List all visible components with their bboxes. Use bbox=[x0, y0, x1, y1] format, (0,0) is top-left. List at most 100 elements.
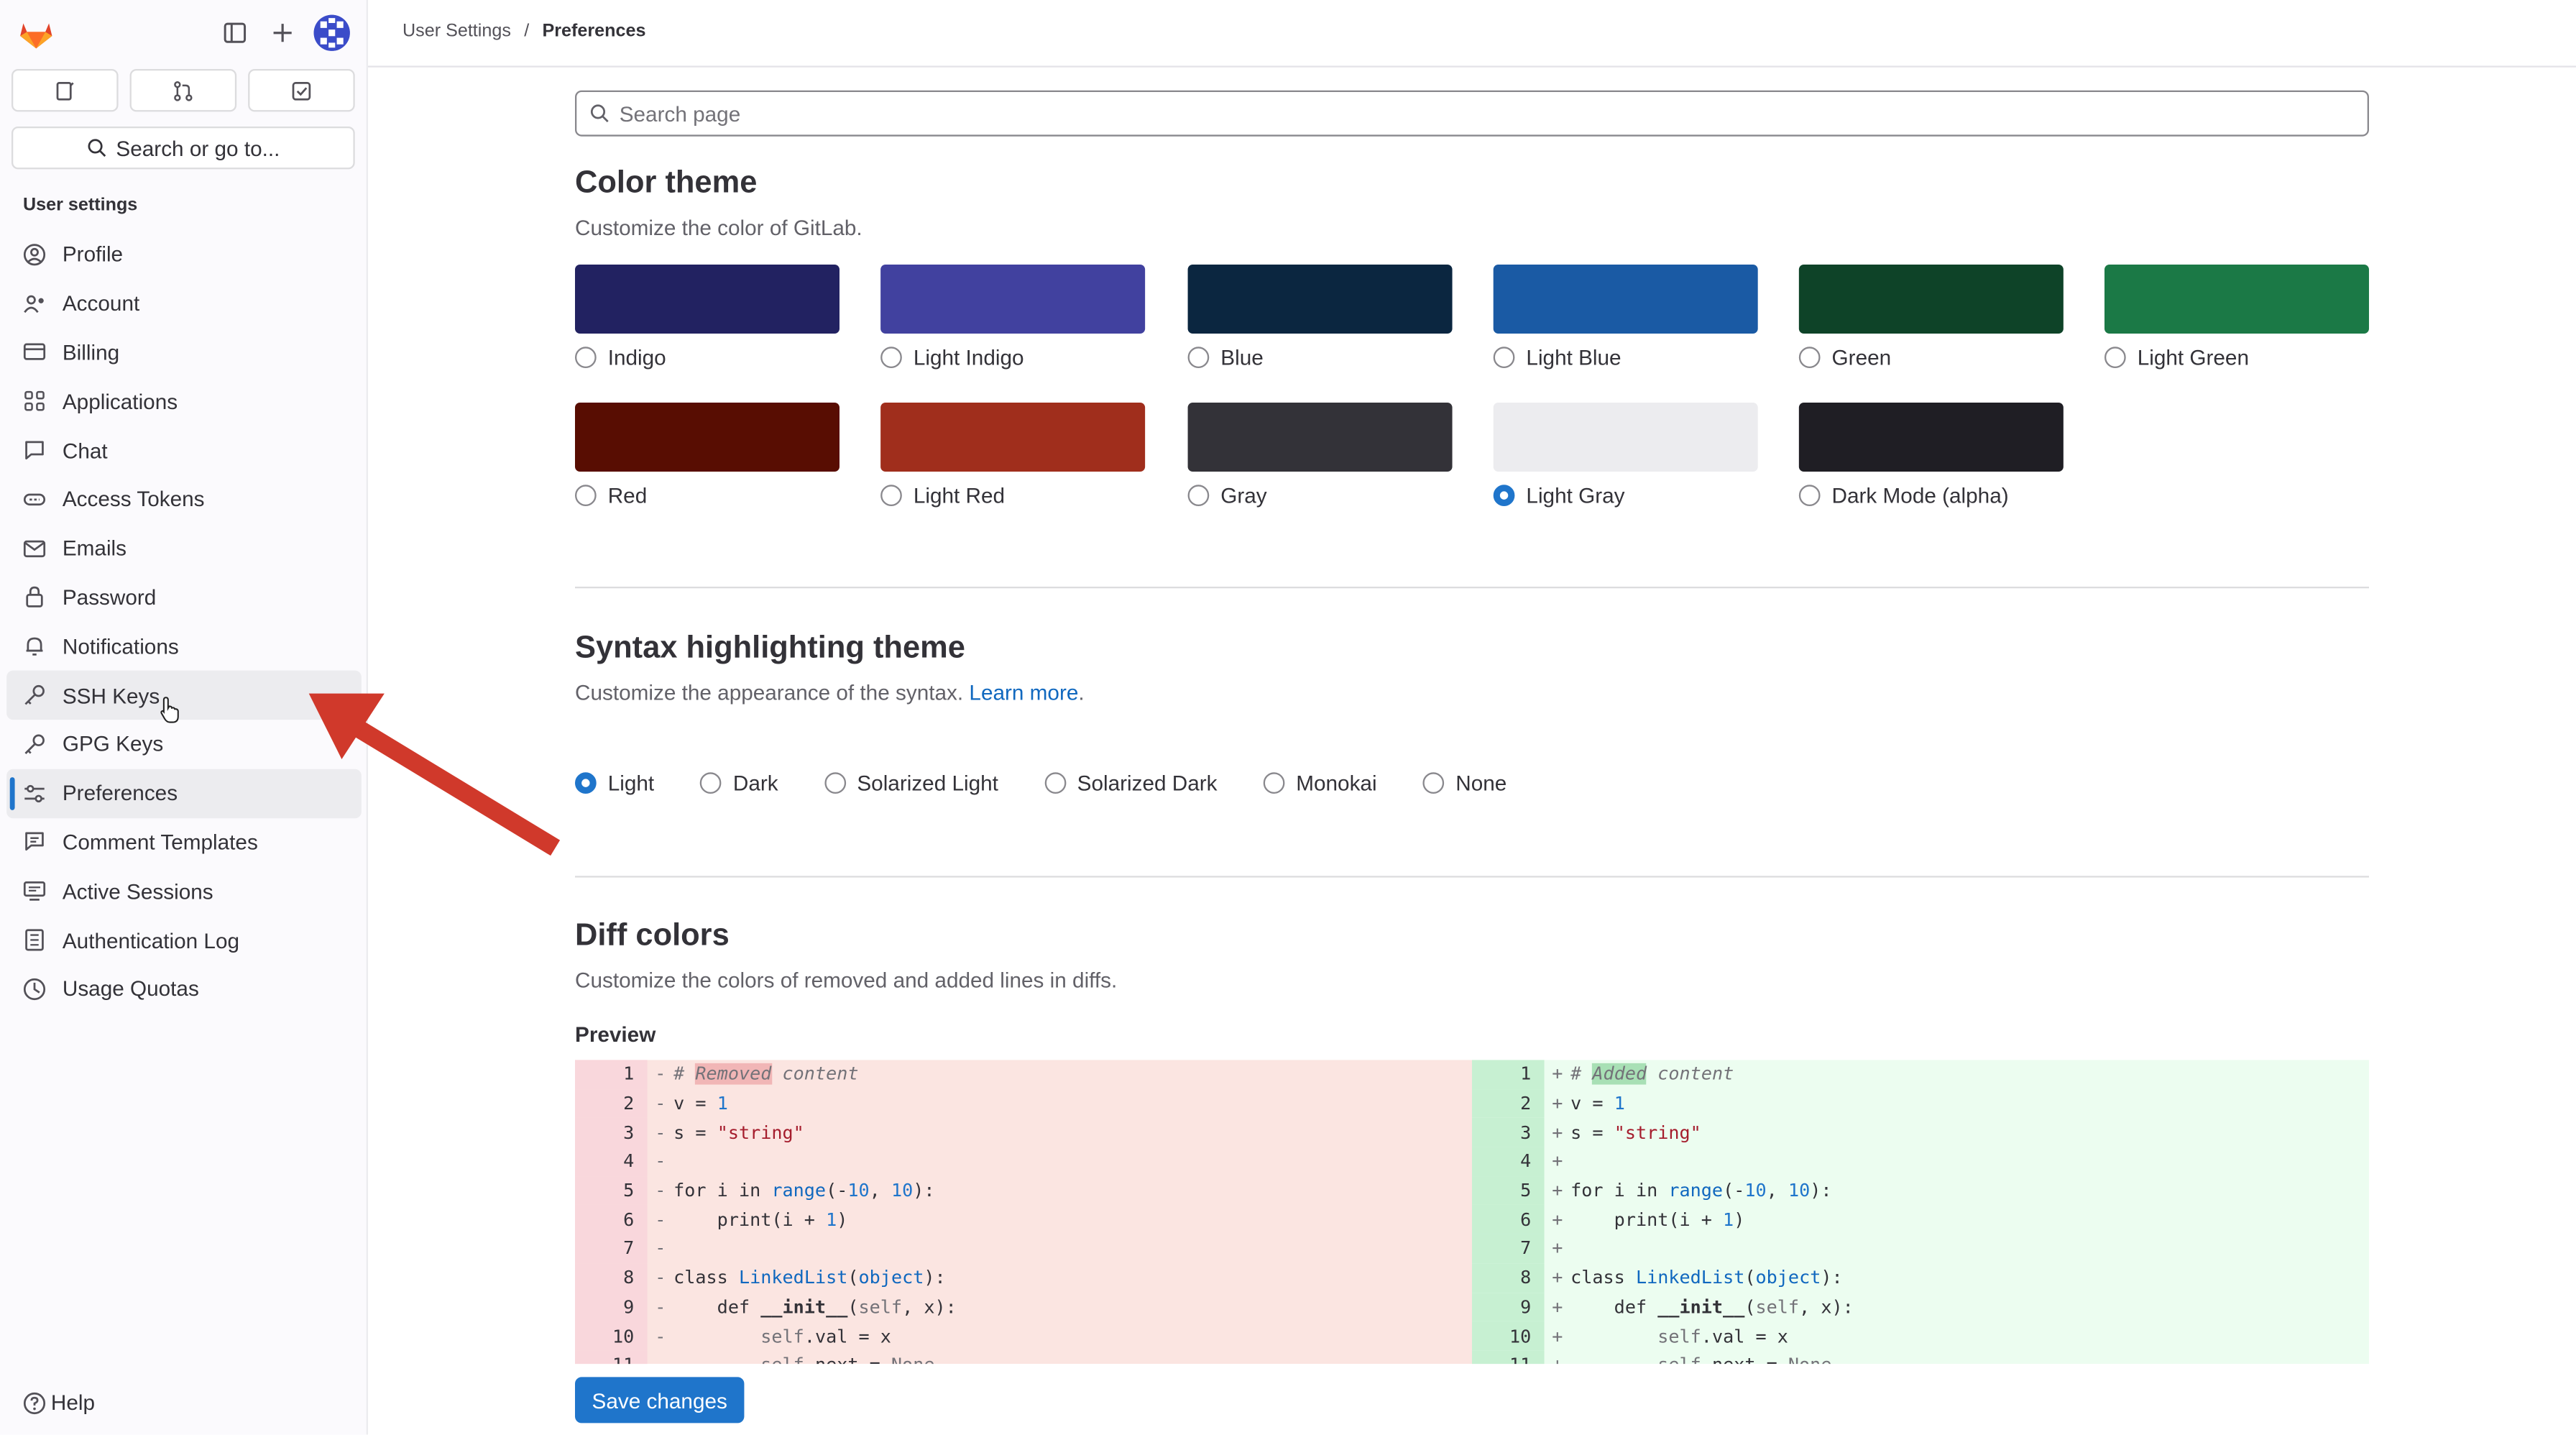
sidebar-item-billing[interactable]: Billing bbox=[6, 328, 362, 377]
theme-radio[interactable] bbox=[1187, 347, 1210, 368]
section-divider bbox=[574, 586, 2369, 589]
syntax-option-light[interactable]: Light bbox=[574, 770, 655, 796]
issues-tab[interactable] bbox=[11, 68, 119, 112]
sidebar-item-access-tokens[interactable]: Access Tokens bbox=[6, 475, 362, 524]
removed-word: Removed bbox=[695, 1063, 772, 1086]
sidebar-item-preferences[interactable]: Preferences bbox=[6, 769, 362, 818]
theme-swatch[interactable] bbox=[1187, 264, 1453, 334]
theme-swatch[interactable] bbox=[2104, 264, 2369, 334]
theme-label: Blue bbox=[1220, 344, 1264, 370]
save-changes-button[interactable]: Save changes bbox=[574, 1377, 745, 1423]
diff-preview: 1- # Removed content 2-v = 1 3-s = "strin… bbox=[574, 1060, 2369, 1365]
sidebar-item-account[interactable]: Account bbox=[6, 279, 362, 328]
theme-option-dark-mode[interactable]: Dark Mode (alpha) bbox=[1798, 402, 2064, 508]
theme-radio[interactable] bbox=[1187, 485, 1210, 506]
theme-swatch[interactable] bbox=[1798, 402, 2064, 472]
theme-radio[interactable] bbox=[1798, 347, 1821, 368]
syntax-radio[interactable] bbox=[824, 772, 846, 794]
sidebar-item-chat[interactable]: Chat bbox=[6, 426, 362, 474]
theme-option-light-gray[interactable]: Light Gray bbox=[1493, 402, 1758, 508]
learn-more-link[interactable]: Learn more bbox=[969, 680, 1078, 705]
global-search-button[interactable]: Search or go to... bbox=[11, 126, 355, 170]
search-icon bbox=[87, 139, 106, 157]
line-number: 3 bbox=[1471, 1118, 1545, 1147]
sidebar-item-emails[interactable]: Emails bbox=[6, 524, 362, 573]
theme-option-light-green[interactable]: Light Green bbox=[2104, 264, 2369, 370]
todos-tab[interactable] bbox=[248, 68, 355, 112]
theme-radio[interactable] bbox=[574, 485, 597, 506]
line-number: 6 bbox=[1471, 1205, 1545, 1234]
avatar[interactable] bbox=[313, 14, 350, 51]
syntax-option-none[interactable]: None bbox=[1422, 771, 1506, 795]
line-number: 4 bbox=[1471, 1147, 1545, 1176]
sidebar-item-notifications[interactable]: Notifications bbox=[6, 622, 362, 671]
diff-line: 10- self.val = x bbox=[574, 1321, 1472, 1351]
syntax-option-solarized-dark[interactable]: Solarized Dark bbox=[1044, 771, 1218, 795]
theme-option-gray[interactable]: Gray bbox=[1187, 402, 1453, 508]
sidebar-item-comment-templates[interactable]: Comment Templates bbox=[6, 817, 362, 866]
theme-option-light-indigo[interactable]: Light Indigo bbox=[880, 264, 1146, 370]
theme-swatch[interactable] bbox=[880, 264, 1146, 334]
syntax-option-solarized-light[interactable]: Solarized Light bbox=[824, 771, 998, 795]
theme-option-indigo[interactable]: Indigo bbox=[574, 264, 840, 370]
diff-line: 3-s = "string" bbox=[574, 1118, 1472, 1147]
search-page-input[interactable]: Search page bbox=[574, 90, 2369, 137]
sidebar-item-active-sessions[interactable]: Active Sessions bbox=[6, 866, 362, 915]
merge-requests-tab[interactable] bbox=[129, 68, 237, 112]
syntax-radio[interactable] bbox=[700, 772, 722, 794]
sidebar-item-usage-quotas[interactable]: Usage Quotas bbox=[6, 965, 362, 1014]
syntax-option-dark[interactable]: Dark bbox=[700, 771, 778, 795]
sidebar-toggle-icon[interactable] bbox=[218, 17, 252, 50]
line-number: 4 bbox=[574, 1147, 648, 1176]
theme-option-green[interactable]: Green bbox=[1798, 264, 2064, 370]
content-word: content bbox=[1657, 1063, 1734, 1086]
syntax-option-monokai[interactable]: Monokai bbox=[1263, 771, 1377, 795]
help-button[interactable]: Help bbox=[23, 1390, 95, 1415]
top-bar: User Settings / Preferences bbox=[367, 0, 2576, 68]
diff-line: 5- for i in range(-10, 10): bbox=[574, 1175, 1472, 1206]
theme-radio[interactable] bbox=[1493, 347, 1515, 368]
theme-radio[interactable] bbox=[574, 347, 597, 368]
theme-radio[interactable] bbox=[1798, 485, 1821, 506]
diff-line: 10 + self.val = x bbox=[1471, 1321, 2369, 1351]
sidebar-item-profile[interactable]: Profile bbox=[6, 230, 362, 279]
line-number: 11 bbox=[574, 1350, 648, 1365]
theme-swatch[interactable] bbox=[1493, 264, 1758, 334]
sidebar-item-applications[interactable]: Applications bbox=[6, 377, 362, 426]
theme-radio[interactable] bbox=[2104, 347, 2126, 368]
syntax-label: Light bbox=[607, 770, 655, 796]
theme-swatch[interactable] bbox=[880, 402, 1146, 472]
syntax-radio[interactable] bbox=[574, 772, 597, 794]
syntax-label: Solarized Dark bbox=[1077, 770, 1218, 796]
diff-colors-title: Diff colors bbox=[574, 918, 730, 953]
theme-swatch[interactable] bbox=[1187, 402, 1453, 472]
syntax-radio[interactable] bbox=[1044, 772, 1066, 794]
theme-option-blue[interactable]: Blue bbox=[1187, 264, 1453, 370]
sidebar: Search or go to... User settings Profile… bbox=[0, 0, 368, 1435]
sidebar-item-gpg-keys[interactable]: GPG Keys bbox=[6, 720, 362, 769]
breadcrumb-parent-link[interactable]: User Settings bbox=[402, 22, 511, 41]
theme-radio[interactable] bbox=[1493, 485, 1515, 506]
theme-option-red[interactable]: Red bbox=[574, 402, 840, 508]
diff-colors-description: Customize the colors of removed and adde… bbox=[574, 968, 1118, 993]
sidebar-item-label: Profile bbox=[62, 242, 124, 267]
theme-swatch[interactable] bbox=[1798, 264, 2064, 334]
key-icon bbox=[23, 684, 46, 707]
syntax-radio[interactable] bbox=[1422, 772, 1445, 794]
breadcrumb-current[interactable]: Preferences bbox=[542, 22, 645, 41]
theme-option-light-blue[interactable]: Light Blue bbox=[1493, 264, 1758, 370]
sidebar-item-label: Comment Templates bbox=[62, 830, 258, 855]
syntax-radio[interactable] bbox=[1263, 772, 1285, 794]
sidebar-item-ssh-keys[interactable]: SSH Keys bbox=[6, 670, 362, 720]
sidebar-item-authentication-log[interactable]: Authentication Log bbox=[6, 915, 362, 964]
theme-option-light-red[interactable]: Light Red bbox=[880, 402, 1146, 508]
create-new-icon[interactable] bbox=[266, 17, 299, 50]
theme-radio[interactable] bbox=[880, 485, 902, 506]
gitlab-logo-icon[interactable] bbox=[17, 13, 56, 52]
theme-radio[interactable] bbox=[880, 347, 902, 368]
sidebar-item-label: Authentication Log bbox=[62, 927, 240, 953]
sidebar-item-password[interactable]: Password bbox=[6, 573, 362, 622]
theme-swatch[interactable] bbox=[574, 264, 840, 334]
theme-swatch[interactable] bbox=[574, 402, 840, 472]
theme-swatch[interactable] bbox=[1493, 402, 1758, 472]
